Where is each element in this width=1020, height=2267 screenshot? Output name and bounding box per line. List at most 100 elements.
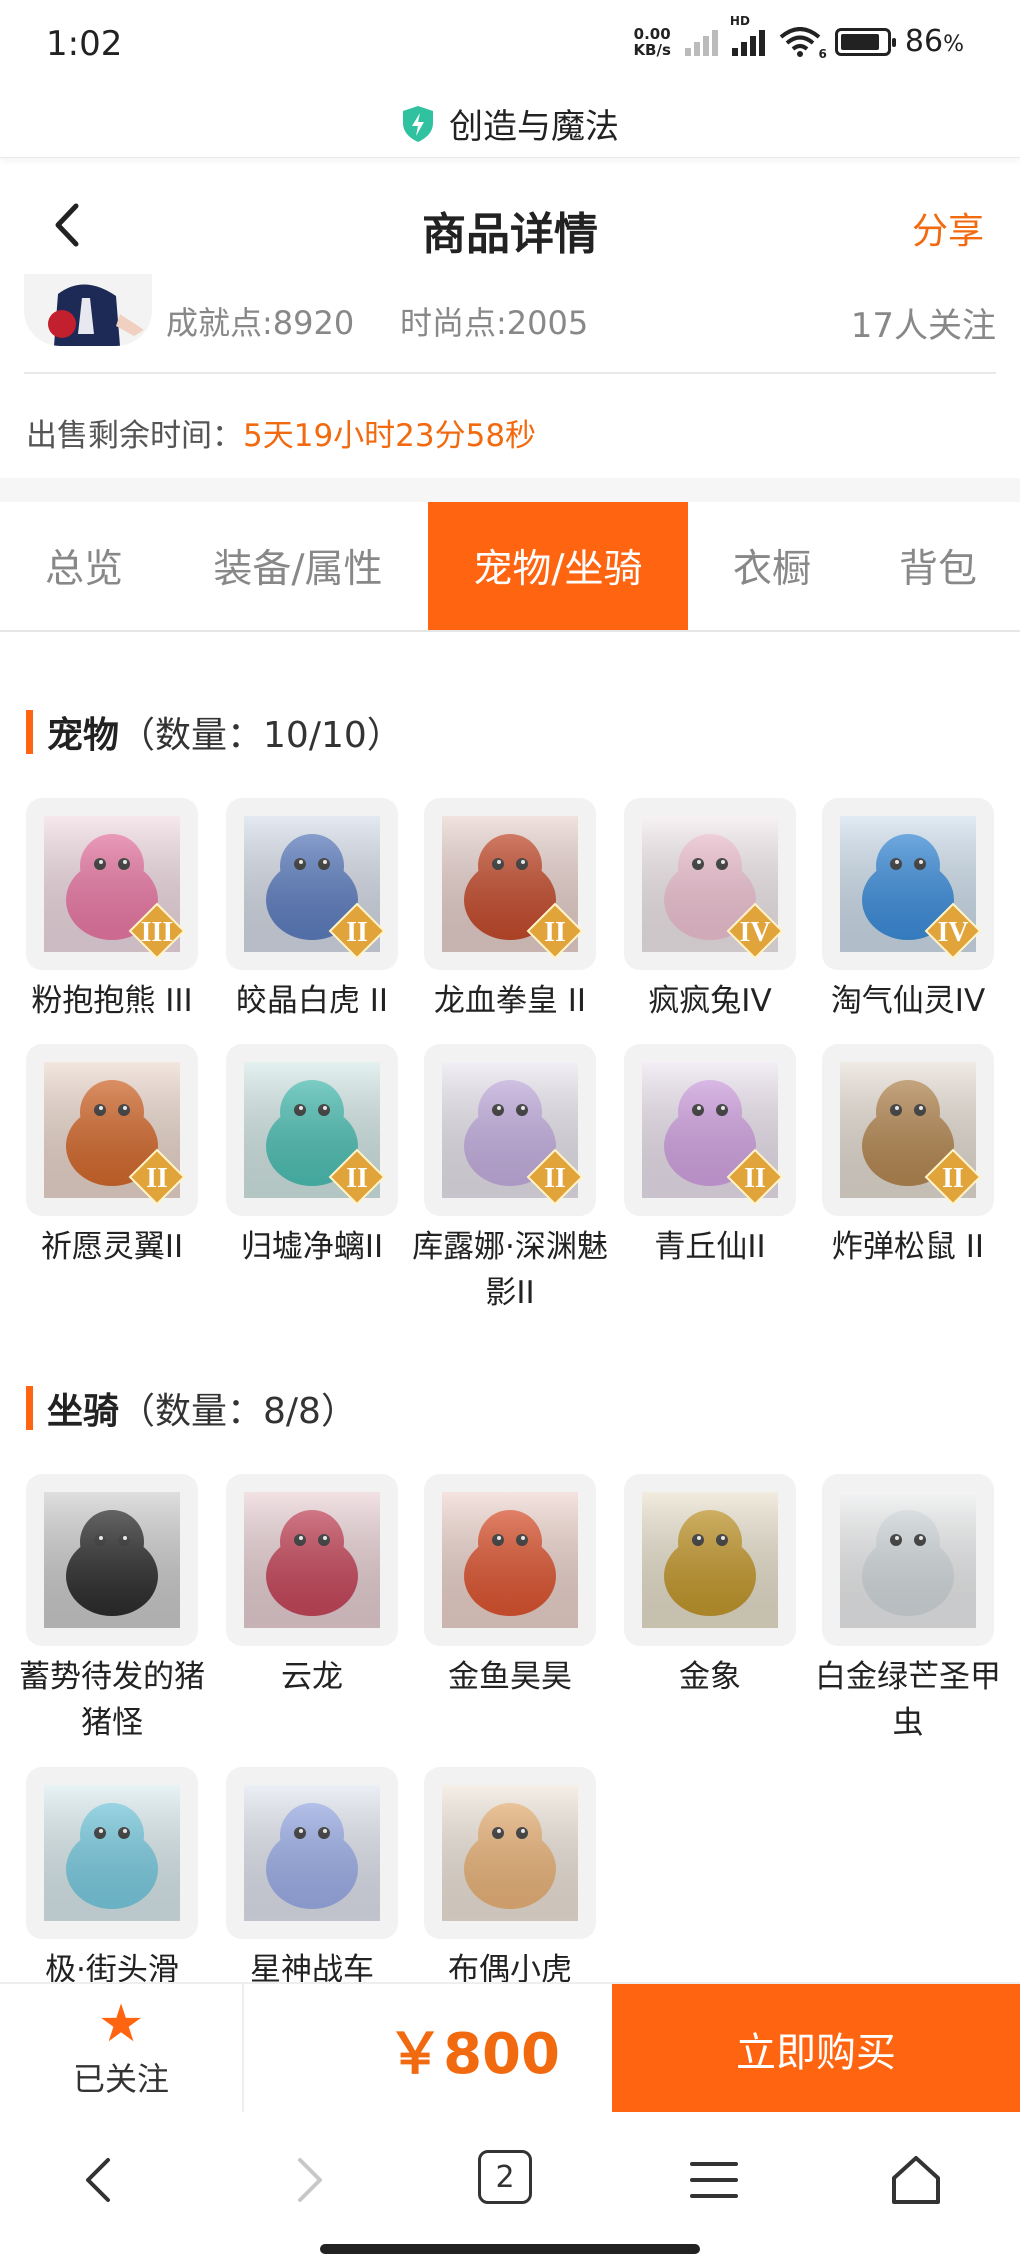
share-button[interactable]: 分享 (912, 202, 984, 254)
mount-item[interactable]: 金象 (624, 1474, 796, 1700)
mount-item[interactable]: 金鱼昊昊 (424, 1474, 596, 1700)
follow-button[interactable]: ★ 已关注 (0, 1984, 244, 2114)
pet-item[interactable]: IV 淘气仙灵IV (822, 798, 994, 1024)
pet-item[interactable]: II 青丘仙II (624, 1044, 796, 1270)
mount-thumbnail (226, 1767, 398, 1939)
buy-now-button[interactable]: 立即购买 (612, 1984, 1020, 2114)
pet-item[interactable]: II 归墟净螭II (226, 1044, 398, 1270)
tab-overview[interactable]: 总览 (0, 502, 168, 630)
pet-thumbnail: II (226, 1044, 398, 1216)
mount-item[interactable]: 极·街头滑 (26, 1767, 198, 1993)
tab-pets-mounts[interactable]: 宠物/坐骑 (428, 502, 688, 630)
pet-name: 库露娜·深渊魅影II (412, 1229, 608, 1311)
mount-image (442, 1492, 578, 1628)
wifi-badge: 6 (818, 46, 827, 61)
purchase-bar: ★ 已关注 ￥800 立即购买 (0, 1982, 1020, 2114)
remain-label: 出售剩余时间： (26, 418, 243, 454)
pet-thumbnail: IV (624, 798, 796, 970)
mount-item[interactable]: 云龙 (226, 1474, 398, 1700)
grade-badge-icon: IV (726, 902, 784, 960)
svg-text:II: II (346, 1163, 368, 1194)
price: ￥800 (387, 2021, 560, 2087)
pet-name: 青丘仙II (654, 1229, 766, 1265)
net-speed-unit: KB/s (633, 40, 671, 59)
mounts-count: （数量：8/8） (119, 1391, 357, 1432)
tab-equipment[interactable]: 装备/属性 (168, 502, 428, 630)
site-bar: 创造与魔法 (0, 90, 1020, 158)
pet-thumbnail: II (822, 1044, 994, 1216)
mount-item[interactable]: 布偶小虎 (424, 1767, 596, 1993)
tabs-count-button[interactable]: 2 (478, 2150, 532, 2204)
battery-icon (834, 27, 896, 56)
grade-badge-icon: II (526, 902, 584, 960)
mount-thumbnail (26, 1767, 198, 1939)
svg-text:II: II (942, 1163, 964, 1194)
pet-item[interactable]: II 祈愿灵翼II (26, 1044, 198, 1270)
pet-item[interactable]: III 粉抱抱熊 III (26, 798, 198, 1024)
menu-icon[interactable] (684, 2150, 744, 2210)
home-icon[interactable] (886, 2150, 946, 2210)
mount-image (244, 1492, 380, 1628)
grade-badge-icon: II (328, 902, 386, 960)
star-icon: ★ (97, 1994, 145, 2054)
avatar[interactable] (24, 274, 152, 346)
signal-icon: HD (730, 14, 765, 56)
mount-image (44, 1785, 180, 1921)
remain-value: 5天19小时23分58秒 (243, 418, 537, 454)
mount-image (642, 1492, 778, 1628)
tab-wardrobe[interactable]: 衣橱 (688, 502, 856, 630)
pet-name: 淘气仙灵IV (830, 983, 986, 1019)
back-icon[interactable] (70, 2150, 130, 2210)
mount-name: 金鱼昊昊 (448, 1659, 572, 1695)
mount-name: 金象 (679, 1659, 741, 1695)
tab-backpack[interactable]: 背包 (856, 502, 1020, 630)
mount-thumbnail (424, 1474, 596, 1646)
site-name: 创造与魔法 (449, 107, 619, 147)
mount-thumbnail (26, 1474, 198, 1646)
mounts-section-title: 坐骑 （数量：8/8） (26, 1382, 357, 1434)
pet-thumbnail: IV (822, 798, 994, 970)
mount-item[interactable]: 白金绿芒圣甲虫 (815, 1474, 1001, 1746)
pet-thumbnail: II (624, 1044, 796, 1216)
mount-thumbnail (424, 1767, 596, 1939)
mount-name: 蓄势待发的猪猪怪 (19, 1659, 205, 1741)
grade-badge-icon: II (328, 1148, 386, 1206)
mounts-title: 坐骑 (47, 1391, 120, 1432)
pet-item[interactable]: II 龙血拳皇 II (424, 798, 596, 1024)
pet-item[interactable]: II 库露娜·深渊魅影II (412, 1044, 608, 1316)
pet-thumbnail: II (424, 798, 596, 970)
page-header: 商品详情 分享 (0, 178, 1020, 274)
seller-info: 成就点:8920 时尚点:2005 17人关注 (0, 274, 1020, 368)
achievement-points: 成就点:8920 (166, 304, 355, 342)
svg-text:IV: IV (739, 917, 770, 948)
mount-thumbnail (822, 1474, 994, 1646)
pets-count: （数量：10/10） (119, 715, 403, 756)
pet-name: 疯疯兔IV (648, 983, 772, 1019)
status-time: 1:02 (46, 24, 123, 64)
pet-item[interactable]: IV 疯疯兔IV (624, 798, 796, 1024)
pet-item[interactable]: II 炸弹松鼠 II (822, 1044, 994, 1270)
shield-bolt-icon (403, 105, 433, 142)
page-title: 商品详情 (422, 209, 598, 260)
mount-item[interactable]: 蓄势待发的猪猪怪 (19, 1474, 205, 1746)
fashion-points: 时尚点:2005 (400, 304, 589, 342)
mount-item[interactable]: 星神战车 (226, 1767, 398, 1993)
grade-badge-icon: II (128, 1148, 186, 1206)
svg-text:III: III (141, 917, 174, 948)
grade-badge-icon: IV (924, 902, 982, 960)
pet-thumbnail: III (26, 798, 198, 970)
divider (24, 372, 996, 374)
pets-section-title: 宠物 （数量：10/10） (26, 706, 403, 758)
forward-icon[interactable] (278, 2150, 338, 2210)
pet-name: 龙血拳皇 II (433, 983, 587, 1019)
pet-item[interactable]: II 皎晶白虎 II (226, 798, 398, 1024)
follow-label: 已关注 (72, 2060, 169, 2098)
grade-badge-icon: II (526, 1148, 584, 1206)
status-bar: 1:02 0.00 KB/s HD 6 86% (0, 0, 1020, 90)
mount-thumbnail (624, 1474, 796, 1646)
svg-text:II: II (544, 917, 566, 948)
pet-name: 皎晶白虎 II (235, 983, 389, 1019)
svg-text:IV: IV (937, 917, 968, 948)
home-indicator (320, 2244, 700, 2254)
pet-name: 归墟净螭II (240, 1229, 384, 1265)
